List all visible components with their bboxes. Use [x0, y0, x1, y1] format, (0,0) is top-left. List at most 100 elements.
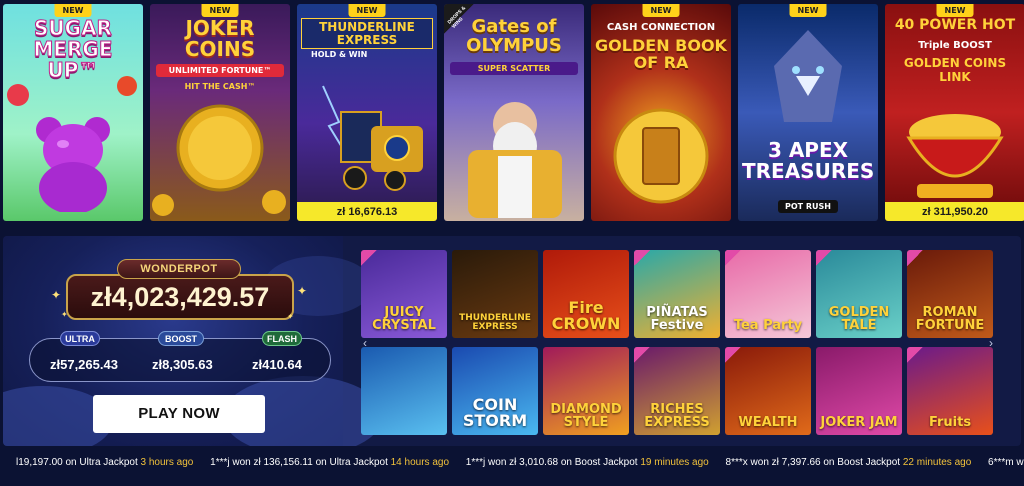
- train-icon: [322, 85, 423, 191]
- game-card-golden-book-of-ra[interactable]: NEW CASH CONNECTION GOLDEN BOOK OF RA: [591, 4, 731, 221]
- new-badge: NEW: [201, 4, 239, 17]
- star-icon: ✦: [61, 310, 68, 319]
- flash-value: zł410.64: [252, 357, 302, 372]
- jackpot-amount: zł 16,676.13: [297, 202, 437, 221]
- star-icon: ✦: [51, 288, 62, 302]
- star-icon: ✦: [297, 284, 308, 298]
- game-tile-roman-fortune[interactable]: ROMAN FORTUNE: [907, 250, 993, 338]
- game-subtitle: CASH CONNECTION: [606, 22, 716, 33]
- game-title: Fire CROWN: [551, 298, 621, 333]
- game-title: 40 POWER HOT: [894, 17, 1016, 33]
- game-title: JOKER COINS: [184, 16, 256, 61]
- game-title: DIAMOND STYLE: [550, 402, 622, 430]
- wonderpot-panel: zł4,023,429.57 WONDERPOT ✦ ✦ ✦ ✦ ULTRA B…: [3, 236, 383, 446]
- game-subtitle: SUPER SCATTER: [450, 62, 578, 75]
- game-title: 3 APEX TREASURES: [742, 138, 875, 183]
- game-title: RICHES EXPRESS: [644, 402, 710, 430]
- chevron-right-icon[interactable]: ›: [989, 336, 993, 350]
- coin-pot-icon: [906, 114, 1004, 198]
- corner-badge: [907, 250, 923, 266]
- corner-badge: [634, 250, 650, 266]
- new-badge: NEW: [936, 4, 974, 17]
- game-title: Tea Party: [733, 318, 803, 333]
- gummy-bear-icon: [36, 117, 110, 212]
- wolf-icon: [774, 30, 842, 122]
- game-title: ROMAN FORTUNE: [915, 305, 985, 333]
- wonderpot-label: WONDERPOT: [117, 259, 241, 279]
- game-tile-fire-crown[interactable]: Fire CROWN: [543, 250, 629, 338]
- game-tile-joker-jam[interactable]: JOKER JAM: [816, 347, 902, 435]
- flash-pill: FLASH: [262, 331, 302, 346]
- book-coin-icon: [613, 108, 709, 204]
- game-tile-wealth[interactable]: WEALTH: [725, 347, 811, 435]
- ticker-item: 1***j won zł 136,156.11 on Ultra Jackpot…: [210, 457, 450, 468]
- candy-icon: [7, 84, 29, 106]
- game-title: COIN STORM: [462, 395, 528, 430]
- zeus-icon: [468, 102, 562, 218]
- game-card-joker-coins[interactable]: NEW JOKER COINS UNLIMITED FORTUNE™ HIT T…: [150, 4, 290, 221]
- game-tagline: GOLDEN COINS LINK: [903, 56, 1007, 84]
- jackpot-games-panel: zł4,023,429.57 WONDERPOT ✦ ✦ ✦ ✦ ULTRA B…: [3, 236, 1021, 446]
- new-badge: NEW: [642, 4, 680, 17]
- game-tile-pinatas-festive[interactable]: PIÑATAS Festive: [634, 250, 720, 338]
- game-title: GOLDEN BOOK OF RA: [595, 36, 727, 72]
- game-tile-coin-storm[interactable]: COIN STORM: [452, 347, 538, 435]
- jackpot-games-grid: JUICY CRYSTAL THUNDERLINE EXPRESS Fire C…: [361, 250, 1011, 438]
- corner-badge: [725, 250, 741, 266]
- sub-jackpots: ULTRA BOOST FLASH zł57,265.43 zł8,305.63…: [29, 331, 331, 382]
- boost-value: zł8,305.63: [152, 357, 213, 372]
- coin-icon: [152, 194, 174, 216]
- game-title: SUGAR MERGE UP™: [33, 16, 113, 82]
- game-subtitle: Triple BOOST: [918, 40, 992, 51]
- new-badge: NEW: [54, 4, 92, 17]
- game-title: GOLDEN TALE: [828, 305, 890, 333]
- ticker-item: 6***m won zł 39: [988, 457, 1024, 468]
- game-title: JUICY CRYSTAL: [372, 305, 436, 333]
- ticker-item: 1***j won zł 3,010.68 on Boost Jackpot 1…: [465, 457, 709, 468]
- game-title: THUNDERLINE EXPRESS: [459, 313, 531, 332]
- game-tile-fruits[interactable]: Fruits: [907, 347, 993, 435]
- game-title: PIÑATAS Festive: [646, 305, 708, 333]
- ultra-pill: ULTRA: [60, 331, 100, 346]
- new-badge: NEW: [348, 4, 386, 17]
- corner-badge: [816, 250, 832, 266]
- game-card-3-apex-treasures[interactable]: NEW 3 APEX TREASURES POT RUSH: [738, 4, 878, 221]
- ticker-item: 8***x won zł 7,397.66 on Boost Jackpot 2…: [725, 457, 972, 468]
- chevron-left-icon[interactable]: ‹: [363, 336, 367, 350]
- boost-pill: BOOST: [158, 331, 204, 346]
- winners-ticker: l19,197.00 on Ultra Jackpot 3 hours ago …: [0, 452, 1024, 474]
- game-tagline: HIT THE CASH™: [184, 82, 256, 91]
- drops-and-wins-badge: DROPS & WINS: [444, 4, 474, 34]
- game-title: THUNDERLINE EXPRESS: [301, 18, 433, 50]
- game-tile-golden-tale[interactable]: GOLDEN TALE: [816, 250, 902, 338]
- gold-coin-icon: [176, 104, 264, 192]
- game-title: Fruits: [928, 415, 972, 430]
- corner-badge: [907, 347, 923, 363]
- game-tile-riches-express[interactable]: RICHES EXPRESS: [634, 347, 720, 435]
- game-card-40-power-hot[interactable]: NEW 40 POWER HOT Triple BOOST GOLDEN COI…: [885, 4, 1024, 221]
- star-icon: ✦: [287, 312, 294, 321]
- jackpot-amount: zł 311,950.20: [885, 202, 1024, 221]
- game-title: JOKER JAM: [820, 415, 898, 430]
- ticker-item: l19,197.00 on Ultra Jackpot 3 hours ago: [16, 457, 194, 468]
- game-subtitle: POT RUSH: [778, 200, 838, 213]
- game-subtitle: HOLD & WIN: [311, 50, 368, 59]
- coin-icon: [262, 190, 286, 214]
- featured-games-row: NEW SUGAR MERGE UP™ NEW JOKER COINS UNLI…: [3, 4, 1024, 221]
- new-badge: NEW: [789, 4, 827, 17]
- corner-badge: [361, 250, 377, 266]
- game-subtitle: UNLIMITED FORTUNE™: [156, 64, 284, 77]
- game-card-gates-of-olympus[interactable]: DROPS & WINS Gates of OLYMPUS SUPER SCAT…: [444, 4, 584, 221]
- game-tile-thunderline-express[interactable]: THUNDERLINE EXPRESS: [452, 250, 538, 338]
- game-card-sugar-merge-up[interactable]: NEW SUGAR MERGE UP™: [3, 4, 143, 221]
- corner-badge: [725, 347, 741, 363]
- wonderpot-amount: zł4,023,429.57: [66, 274, 294, 320]
- game-tile-tea-party[interactable]: Tea Party: [725, 250, 811, 338]
- game-tile-shark[interactable]: [361, 347, 447, 435]
- game-card-thunderline-express[interactable]: NEW THUNDERLINE EXPRESS HOLD & WIN zł 16…: [297, 4, 437, 221]
- game-title: WEALTH: [738, 415, 798, 430]
- game-tile-juicy-crystal[interactable]: JUICY CRYSTAL: [361, 250, 447, 338]
- play-now-button[interactable]: PLAY NOW: [93, 395, 265, 433]
- ultra-value: zł57,265.43: [50, 357, 118, 372]
- game-tile-diamond-style[interactable]: DIAMOND STYLE: [543, 347, 629, 435]
